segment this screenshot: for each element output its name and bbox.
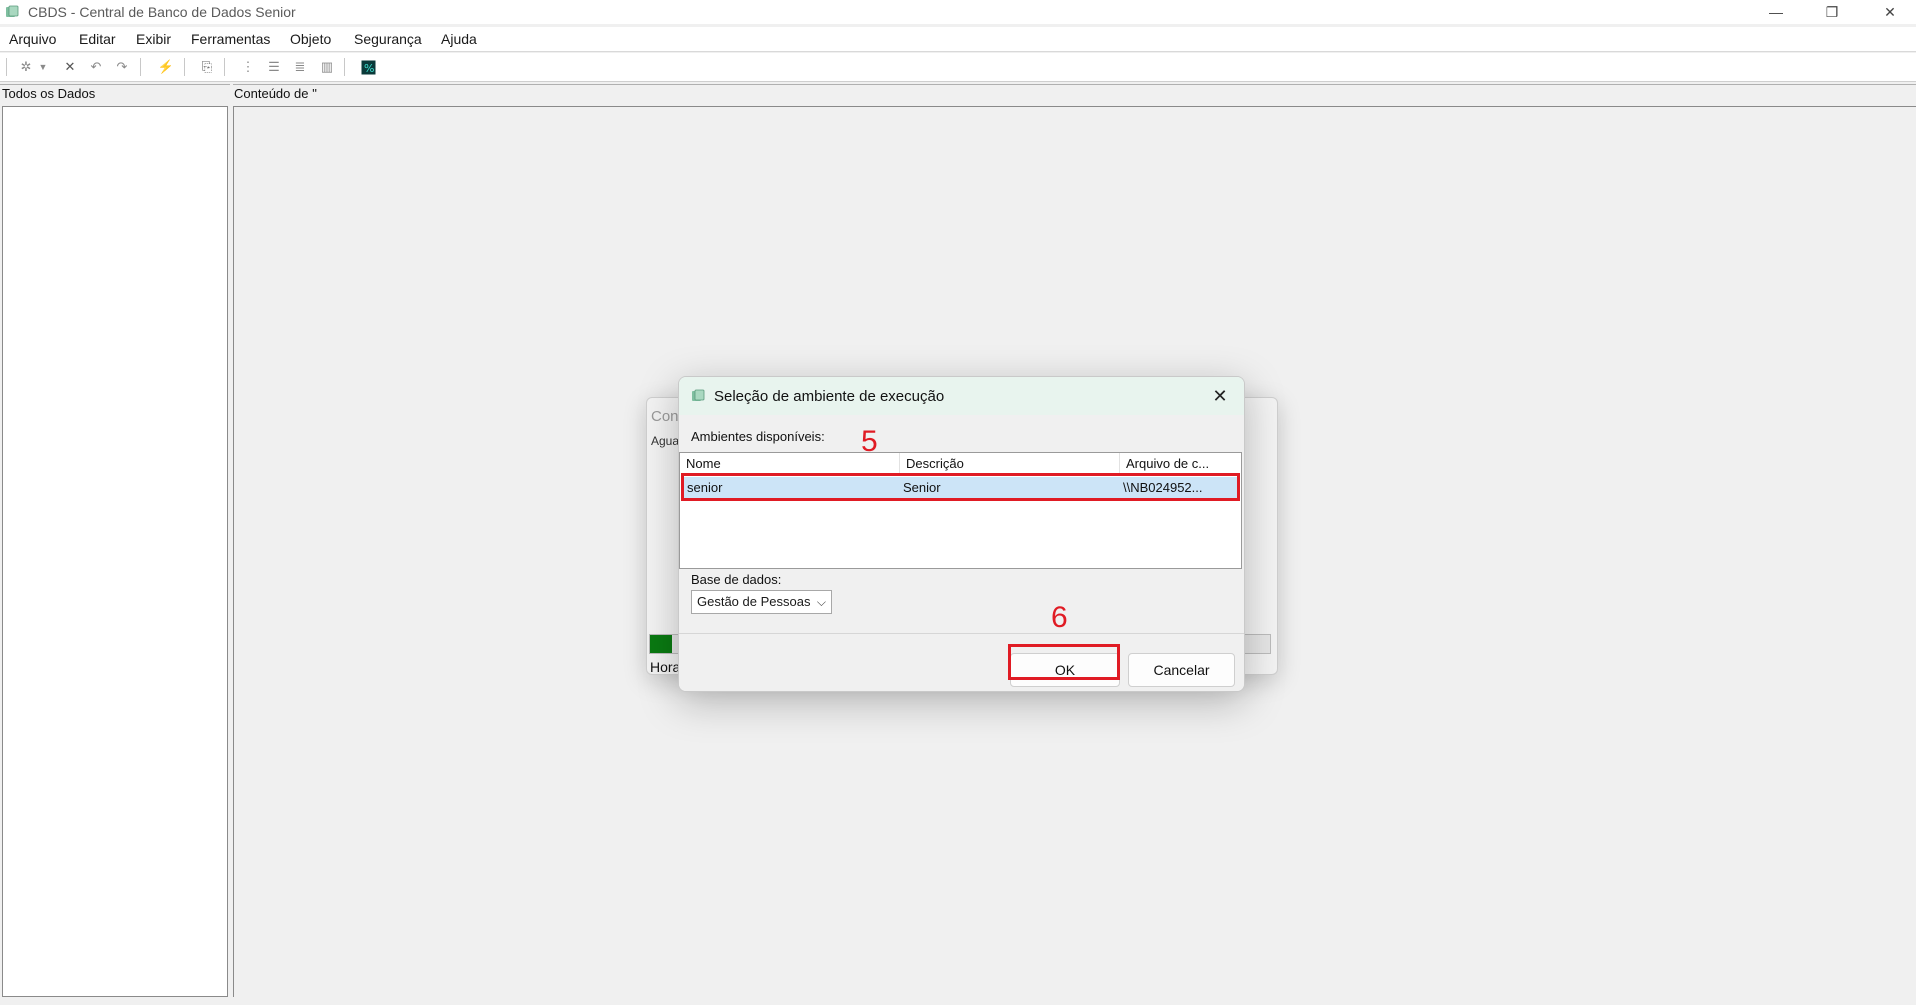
toolbar-separator: [184, 58, 185, 76]
data-tree-panel[interactable]: [2, 106, 228, 997]
undo-icon[interactable]: ↶: [86, 57, 106, 77]
bg-dialog-title: Con: [651, 408, 679, 425]
menu-ferramentas[interactable]: Ferramentas: [191, 31, 270, 47]
redo-icon[interactable]: ↷: [112, 57, 132, 77]
dialog-title: Seleção de ambiente de execução: [714, 388, 945, 405]
cancel-button[interactable]: Cancelar: [1128, 653, 1235, 687]
chevron-down-icon: ⌵: [816, 595, 826, 609]
menu-bar: Arquivo Editar Exibir Ferramentas Objeto…: [0, 27, 1916, 52]
restore-icon: ❐: [1825, 3, 1839, 20]
menu-arquivo[interactable]: Arquivo: [9, 31, 56, 47]
menu-seguranca[interactable]: Segurança: [354, 31, 422, 47]
menu-ajuda[interactable]: Ajuda: [441, 31, 477, 47]
database-select-value: Gestão de Pessoas: [697, 594, 811, 609]
toolbar-grip: [6, 58, 7, 76]
delete-icon[interactable]: ✕: [60, 57, 80, 77]
menu-editar[interactable]: Editar: [79, 31, 116, 47]
toolbar-separator: [344, 58, 345, 76]
dropdown-icon[interactable]: ▼: [37, 57, 49, 77]
new-icon[interactable]: ✲: [16, 57, 36, 77]
title-bar: CBDS - Central de Banco de Dados Senior …: [0, 0, 1916, 24]
annotation-highlight-ok: [1008, 644, 1120, 680]
annotation-step-6: 6: [1051, 601, 1068, 634]
minimize-icon: —: [1769, 4, 1783, 20]
dialog-title-bar: Seleção de ambiente de execução ✕: [679, 377, 1244, 415]
toolbar-separator: [140, 58, 141, 76]
close-button[interactable]: ✕: [1860, 0, 1916, 24]
bg-dialog-status: Agua: [651, 434, 680, 448]
base-de-dados-label: Base de dados:: [691, 572, 782, 587]
run-icon[interactable]: ⚡: [156, 57, 176, 77]
environments-list[interactable]: Nome Descrição Arquivo de c... senior Se…: [679, 452, 1242, 569]
left-panel-header: Todos os Dados: [2, 86, 96, 104]
bg-dialog-hora: Hora: [650, 659, 681, 675]
restore-button[interactable]: ❐: [1802, 0, 1862, 24]
close-icon: ✕: [1884, 3, 1896, 20]
database-icon: [692, 389, 705, 401]
left-header-divider: [0, 84, 230, 85]
dialog-footer: OK Cancelar: [679, 633, 1244, 691]
environment-selection-dialog: Seleção de ambiente de execução ✕ Ambien…: [678, 376, 1245, 692]
minimize-button[interactable]: —: [1746, 0, 1806, 24]
menu-exibir[interactable]: Exibir: [136, 31, 171, 47]
menu-objeto[interactable]: Objeto: [290, 31, 331, 47]
list-icon[interactable]: ≣: [290, 57, 310, 77]
progress-fill: [650, 635, 672, 653]
database-icon: [6, 5, 19, 17]
tree-icon[interactable]: ⋮: [238, 57, 258, 77]
toolbar: ✲ ▼ ✕ ↶ ↷ ⚡ ⎘ ⋮ ☰ ≣ ▥ %: [0, 53, 1916, 82]
annotation-step-5: 5: [861, 425, 878, 458]
column-arquivo[interactable]: Arquivo de c...: [1120, 453, 1241, 475]
grid-icon[interactable]: ▥: [317, 57, 337, 77]
annotation-highlight-row: [681, 473, 1240, 501]
cancel-button-label: Cancelar: [1153, 662, 1210, 678]
close-icon: ✕: [1212, 385, 1228, 406]
svg-text:%: %: [364, 62, 374, 75]
window-title: CBDS - Central de Banco de Dados Senior: [28, 4, 296, 20]
paste-icon[interactable]: ⎘: [197, 57, 217, 77]
right-panel-header: Conteúdo de '': [234, 86, 318, 104]
toolbar-separator: [224, 58, 225, 76]
indent-icon[interactable]: ☰: [264, 57, 284, 77]
right-header-divider: [233, 84, 1916, 85]
query-icon[interactable]: %: [358, 57, 378, 77]
ambientes-label: Ambientes disponíveis:: [691, 429, 825, 444]
database-select[interactable]: Gestão de Pessoas ⌵: [691, 590, 832, 614]
dialog-close-button[interactable]: ✕: [1206, 383, 1234, 409]
column-descricao[interactable]: Descrição: [900, 453, 1120, 475]
